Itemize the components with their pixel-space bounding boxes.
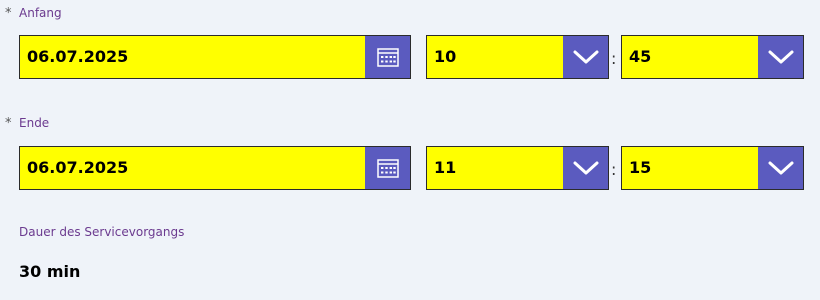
chevron-down-icon	[768, 161, 793, 175]
end-hour-value: 11	[434, 158, 457, 177]
start-minute-select[interactable]: 45	[621, 35, 804, 79]
required-marker: *	[5, 116, 12, 131]
start-label: Anfang	[19, 6, 62, 20]
end-hour-dropdown-button[interactable]	[563, 147, 608, 189]
end-hour-select[interactable]: 11	[426, 146, 609, 190]
end-minute-value: 15	[629, 158, 652, 177]
duration-label: Dauer des Servicevorgangs	[19, 225, 185, 239]
end-date-field[interactable]: 06.07.2025	[19, 146, 411, 190]
end-label: Ende	[19, 116, 50, 130]
end-minute-dropdown-button[interactable]	[758, 147, 803, 189]
start-date-field[interactable]: 06.07.2025	[19, 35, 411, 79]
chevron-down-icon	[768, 50, 793, 64]
chevron-down-icon	[573, 161, 598, 175]
end-calendar-button[interactable]	[365, 147, 410, 189]
calendar-icon	[376, 48, 399, 67]
start-hour-value: 10	[434, 47, 457, 66]
time-separator: :	[611, 160, 617, 179]
required-marker: *	[5, 6, 12, 21]
start-hour-select[interactable]: 10	[426, 35, 609, 79]
end-date-value: 06.07.2025	[27, 158, 129, 177]
time-separator: :	[611, 49, 617, 68]
start-hour-dropdown-button[interactable]	[563, 36, 608, 78]
duration-value: 30 min	[19, 262, 81, 281]
chevron-down-icon	[573, 50, 598, 64]
calendar-icon	[376, 159, 399, 178]
start-date-value: 06.07.2025	[27, 47, 129, 66]
start-minute-dropdown-button[interactable]	[758, 36, 803, 78]
end-minute-select[interactable]: 15	[621, 146, 804, 190]
start-minute-value: 45	[629, 47, 652, 66]
start-calendar-button[interactable]	[365, 36, 410, 78]
